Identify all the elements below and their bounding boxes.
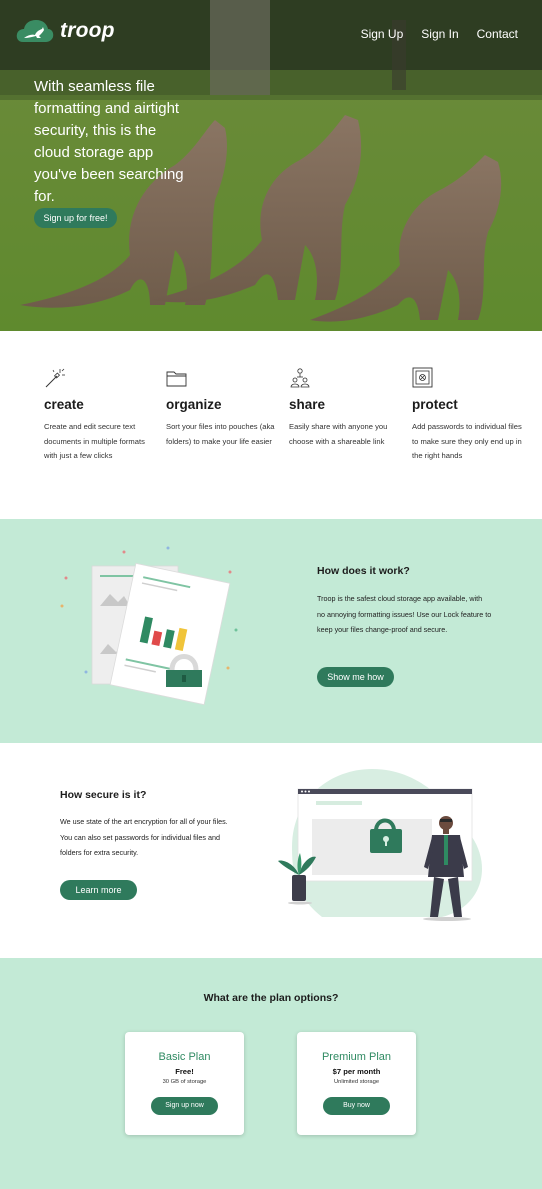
plan-price: Free!	[175, 1067, 194, 1076]
feature-text: Create and edit secure text documents in…	[44, 422, 145, 460]
folder-icon	[166, 371, 187, 387]
brand-logo[interactable]: troop	[16, 18, 115, 44]
sign-up-now-button[interactable]: Sign up now	[151, 1097, 218, 1115]
nav-sign-up[interactable]: Sign Up	[361, 27, 404, 41]
buy-now-button[interactable]: Buy now	[323, 1097, 390, 1115]
feature-text: Add passwords to individual files to mak…	[412, 422, 522, 460]
feature-create: create Create and edit secure text docum…	[44, 367, 154, 464]
landing-page: troop Sign Up Sign In Contact With seaml…	[0, 0, 542, 1189]
sign-up-free-button[interactable]: Sign up for free!	[34, 208, 117, 228]
how-title: How does it work?	[317, 565, 410, 577]
hero-headline: With seamless file formatting and airtig…	[34, 78, 184, 205]
secure-text: We use state of the art encryption for a…	[60, 817, 228, 857]
safe-icon	[412, 367, 433, 388]
feature-title: create	[44, 397, 84, 412]
features-section: create Create and edit secure text docum…	[0, 331, 542, 519]
feature-text: Sort your files into pouches (aka folder…	[166, 422, 275, 446]
plans-section: What are the plan options? Basic Plan Fr…	[0, 958, 542, 1189]
feature-organize: organize Sort your files into pouches (a…	[166, 367, 276, 449]
nav-sign-in[interactable]: Sign In	[421, 27, 458, 41]
plans-title: What are the plan options?	[203, 992, 339, 1004]
nav-contact[interactable]: Contact	[477, 27, 518, 41]
learn-more-button[interactable]: Learn more	[60, 880, 137, 900]
plan-name: Premium Plan	[321, 1051, 392, 1063]
feature-protect: protect Add passwords to individual file…	[412, 367, 522, 464]
kangaroo-cloud-icon	[16, 20, 54, 42]
feature-title: organize	[166, 397, 222, 412]
feature-share: share Easily share with anyone you choos…	[289, 367, 399, 449]
top-nav: Sign Up Sign In Contact	[361, 27, 518, 41]
brand-name: troop	[60, 19, 115, 42]
how-text: Troop is the safest cloud storage app av…	[317, 594, 492, 634]
secure-title: How secure is it?	[60, 789, 147, 801]
feature-title: protect	[412, 397, 458, 412]
feature-title: share	[289, 397, 326, 412]
plan-card-premium: Premium Plan $7 per month Unlimited stor…	[297, 1032, 416, 1135]
plan-storage: Unlimited storage	[333, 1079, 380, 1085]
plan-card-basic: Basic Plan Free! 30 GB of storage Sign u…	[125, 1032, 244, 1135]
show-me-how-button[interactable]: Show me how	[317, 667, 394, 687]
magic-wand-icon	[45, 368, 65, 388]
security-illustration	[278, 769, 482, 921]
hero-section: troop Sign Up Sign In Contact With seaml…	[0, 0, 542, 331]
people-share-icon	[290, 368, 310, 388]
documents-illustration	[60, 546, 238, 706]
how-it-works-section: How does it work? Troop is the safest cl…	[0, 519, 542, 743]
plan-storage: 30 GB of storage	[162, 1079, 207, 1085]
security-section: How secure is it? We use state of the ar…	[0, 743, 542, 958]
feature-text: Easily share with anyone you choose with…	[289, 422, 388, 446]
plan-price: $7 per month	[332, 1067, 381, 1076]
plan-name: Basic Plan	[158, 1051, 211, 1063]
